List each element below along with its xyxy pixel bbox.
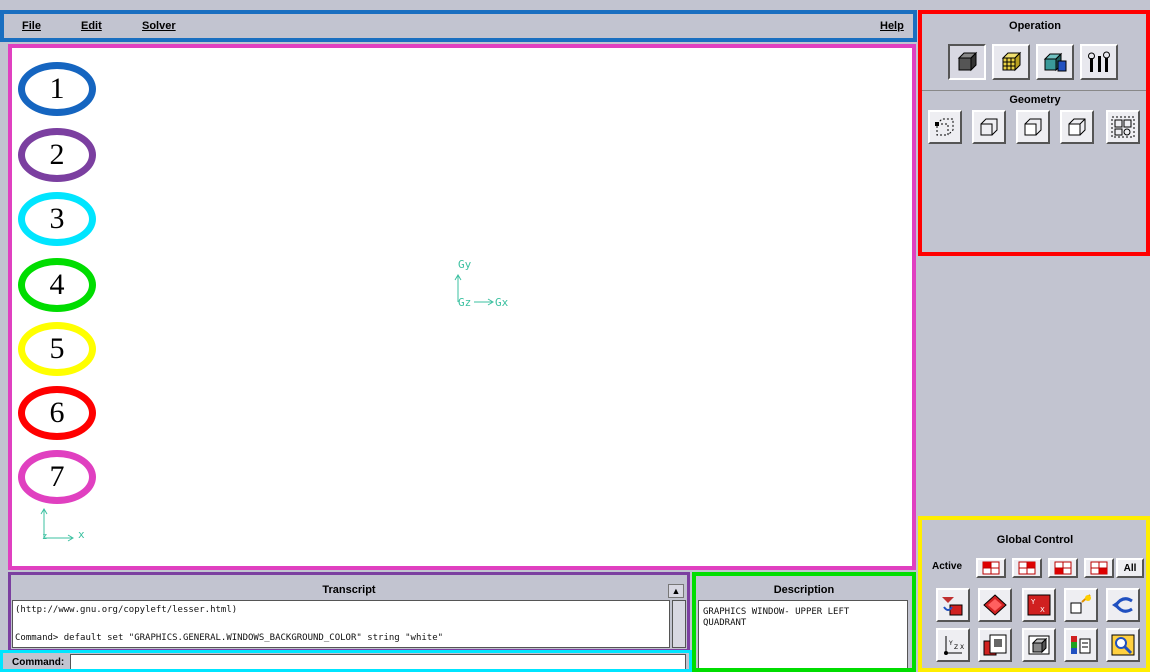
fit-window-icon (942, 597, 963, 616)
geometry-icon (957, 51, 978, 72)
geometry-vertex-button[interactable] (928, 110, 962, 144)
label-oval-6: 6 (18, 386, 96, 440)
global-control-panel: Global Control Active All YX YZ X (920, 516, 1150, 672)
geometry-edge-button[interactable] (972, 110, 1006, 144)
menu-help[interactable]: Help (880, 20, 904, 32)
previous-view-icon (1112, 597, 1133, 613)
operation-zones-button[interactable] (1036, 44, 1074, 80)
shaded-button[interactable] (1022, 628, 1056, 662)
zones-icon (1043, 52, 1067, 72)
colormap-button[interactable] (1064, 628, 1098, 662)
operation-divider (922, 90, 1148, 91)
label-oval-5: 5 (18, 322, 96, 376)
operation-title: Operation (1009, 20, 1061, 32)
label-oval-3: 3 (18, 192, 96, 246)
axis-gy-label: Gy (458, 258, 472, 271)
transcript-line-1: (http://www.gnu.org/copyleft/lesser.html… (15, 605, 238, 615)
label-oval-4: 4 (18, 258, 96, 312)
operation-panel: Operation Geometry (920, 10, 1150, 256)
label-1: 1 (49, 72, 65, 105)
svg-text:Y: Y (1030, 598, 1036, 606)
transcript-panel: Transcript ▲ (http://www.gnu.org/copylef… (8, 572, 690, 652)
axis-gz-label: Gz (458, 296, 472, 309)
geometry-group-button[interactable] (1106, 110, 1140, 144)
render-icon (983, 634, 1007, 656)
description-text-2: QUADRANT (703, 618, 747, 628)
axes-icon: YZ X (944, 636, 964, 655)
geometry-title: Geometry (1009, 94, 1061, 106)
label-oval-2: 2 (18, 128, 96, 182)
tools-icon (1088, 51, 1110, 72)
mesh-icon (1001, 51, 1022, 72)
label-6: 6 (49, 396, 65, 429)
description-text-area: GRAPHICS WINDOW- UPPER LEFT QUADRANT (698, 600, 908, 670)
graphics-window[interactable]: 1 2 3 4 5 6 7 Gy Gz Gx z x (8, 46, 914, 568)
operation-mesh-button[interactable] (992, 44, 1030, 80)
label-4: 4 (49, 268, 65, 301)
command-label: Command: (12, 657, 65, 668)
menu-edit[interactable]: Edit (81, 20, 102, 32)
description-text-1: GRAPHICS WINDOW- UPPER LEFT (703, 607, 850, 617)
orient-icon (983, 594, 1007, 616)
quadrant-ur-icon (1018, 561, 1036, 575)
description-panel: Description GRAPHICS WINDOW- UPPER LEFT … (692, 572, 916, 672)
light-icon (1070, 594, 1091, 614)
corner-axis-z-label: z (42, 532, 48, 542)
scroll-up-button[interactable]: ▲ (668, 584, 684, 598)
quadrant-lower-right-button[interactable] (1084, 558, 1114, 578)
volume-icon (1068, 118, 1086, 136)
zoom-axes-button[interactable]: YX (1022, 588, 1056, 622)
group-icon (1111, 116, 1135, 138)
light-button[interactable] (1064, 588, 1098, 622)
transcript-title: Transcript (322, 584, 376, 596)
transcript-scrollbar[interactable] (672, 600, 686, 648)
label-oval-1: 1 (18, 62, 96, 116)
axis-gx-label: Gx (495, 296, 509, 309)
operation-tools-button[interactable] (1080, 44, 1118, 80)
global-control-title: Global Control (996, 534, 1074, 546)
zoom-axes-icon: YX (1027, 594, 1051, 616)
label-5: 5 (49, 332, 65, 365)
axes-button[interactable]: YZ X (936, 628, 970, 662)
quadrant-all-button[interactable]: All (1116, 558, 1144, 578)
render-button[interactable] (978, 628, 1012, 662)
svg-text:X: X (1040, 606, 1045, 614)
zoom-box-icon (1111, 634, 1135, 656)
quadrant-ll-icon (1054, 561, 1072, 575)
shaded-icon (1028, 635, 1050, 655)
zoom-box-button[interactable] (1106, 628, 1140, 662)
menu-solver[interactable]: Solver (142, 20, 176, 32)
face-icon (1024, 118, 1042, 136)
edge-icon (980, 118, 998, 136)
previous-view-button[interactable] (1106, 588, 1140, 622)
quadrant-upper-right-button[interactable] (1012, 558, 1042, 578)
label-7: 7 (49, 460, 65, 493)
geometry-volume-button[interactable] (1060, 110, 1094, 144)
transcript-line-3: Command> default set "GRAPHICS.GENERAL.W… (15, 633, 444, 643)
corner-axis-x-label: x (78, 528, 85, 541)
vertex-icon (935, 118, 954, 136)
label-3: 3 (49, 202, 65, 235)
geometry-face-button[interactable] (1016, 110, 1050, 144)
colormap-icon (1071, 636, 1091, 654)
transcript-text-area[interactable]: (http://www.gnu.org/copyleft/lesser.html… (12, 600, 670, 648)
quadrant-lower-left-button[interactable] (1048, 558, 1078, 578)
menu-bar: File Edit Solver Help (0, 0, 917, 42)
command-bar: Command: (0, 652, 692, 672)
quadrant-lr-icon (1090, 561, 1108, 575)
quadrant-upper-left-button[interactable] (976, 558, 1006, 578)
svg-text:Z X: Z X (954, 644, 964, 651)
svg-text:Y: Y (948, 640, 953, 647)
orient-button[interactable] (978, 588, 1012, 622)
quadrant-ul-icon (982, 561, 1000, 575)
command-input[interactable] (70, 654, 686, 672)
label-2: 2 (49, 138, 65, 171)
operation-geometry-button[interactable] (948, 44, 986, 80)
fit-to-window-button[interactable] (936, 588, 970, 622)
active-label: Active (932, 561, 963, 572)
label-oval-7: 7 (18, 450, 96, 504)
description-title: Description (773, 584, 835, 596)
menu-file[interactable]: File (22, 20, 41, 32)
